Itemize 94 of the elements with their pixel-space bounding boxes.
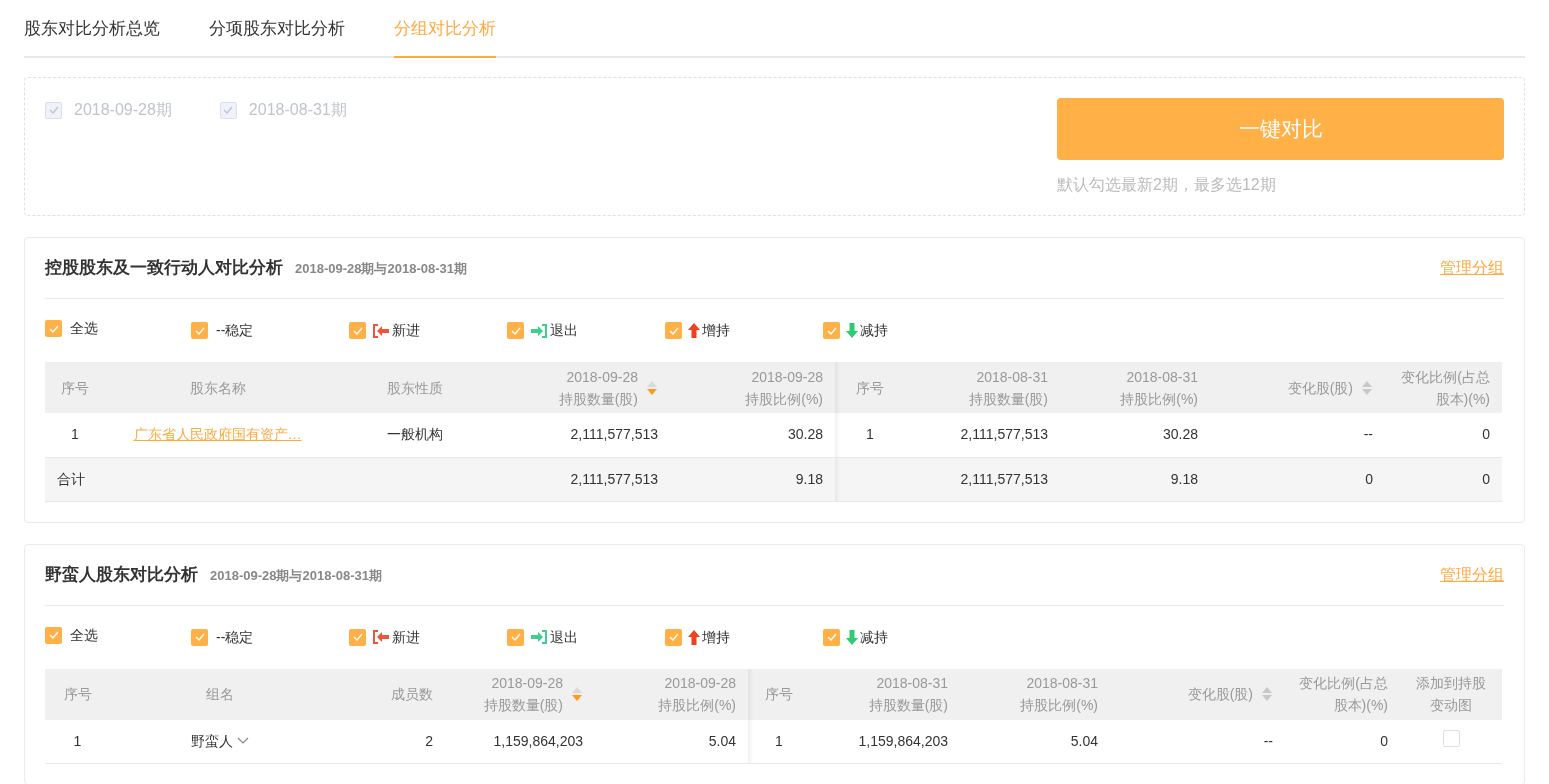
filter-checkbox[interactable]: 减持 bbox=[823, 320, 981, 341]
column-header: 2018-08-31 持股数量(股) bbox=[968, 367, 1048, 409]
table-cell: 0 bbox=[1380, 732, 1388, 749]
enter-arrow-icon bbox=[372, 322, 390, 339]
check-icon bbox=[668, 326, 679, 335]
filter-checkbox[interactable]: 减持 bbox=[823, 626, 981, 648]
table-cell: 1 bbox=[73, 732, 82, 749]
check-icon bbox=[510, 633, 521, 641]
table-cell: 1 bbox=[775, 732, 783, 749]
table-cell: 1,159,864,203 bbox=[493, 732, 583, 749]
filter-checkbox[interactable]: 增持 bbox=[665, 626, 823, 648]
section-title: 野蛮人股东对比分析 bbox=[45, 563, 198, 586]
table-cell: 30.28 bbox=[787, 426, 823, 443]
check-icon bbox=[826, 326, 837, 335]
column-header: 股东名称 bbox=[189, 378, 246, 398]
column-header: 2018-09-28 持股比例(%) bbox=[745, 367, 823, 409]
table-cell: 2,111,577,513 bbox=[960, 426, 1048, 443]
column-header: 组名 bbox=[206, 685, 234, 704]
column-header: 股东性质 bbox=[387, 378, 443, 398]
table-cell: 9.18 bbox=[1170, 470, 1198, 487]
sort-icon[interactable] bbox=[1361, 379, 1373, 396]
column-header: 成员数 bbox=[391, 685, 433, 704]
column-header: 变化股(股) bbox=[1187, 685, 1253, 704]
column-header: 变化比例(占总股本)(%) bbox=[1298, 674, 1388, 715]
check-icon bbox=[510, 326, 521, 335]
filter-checkbox[interactable]: 新进 bbox=[349, 320, 507, 341]
table-cell: 30.28 bbox=[1162, 426, 1198, 443]
column-header: 2018-09-28 持股比例(%) bbox=[658, 674, 736, 715]
chevron-down-icon bbox=[237, 737, 249, 746]
table-cell: 合计 bbox=[57, 470, 85, 487]
down-arrow-icon bbox=[846, 629, 858, 645]
check-icon bbox=[48, 106, 59, 114]
table-cell: 2,111,577,513 bbox=[570, 426, 658, 443]
column-header: 2018-09-28 持股数量(股) bbox=[558, 367, 638, 409]
table-cell: 0 bbox=[1482, 426, 1490, 443]
filter-checkbox[interactable]: 退出 bbox=[507, 626, 665, 648]
table-cell: 2,111,577,513 bbox=[570, 470, 658, 487]
filter-checkbox[interactable]: 增持 bbox=[665, 320, 823, 341]
check-icon bbox=[352, 326, 363, 335]
up-arrow-icon bbox=[688, 323, 700, 338]
sort-icon[interactable] bbox=[571, 686, 583, 702]
table-cell: -- bbox=[1263, 732, 1273, 749]
table-cell: 1 bbox=[866, 426, 874, 443]
check-icon bbox=[668, 633, 679, 641]
table-cell: 9.18 bbox=[795, 470, 823, 487]
column-header: 2018-08-31 持股比例(%) bbox=[1120, 367, 1198, 409]
table-cell: 5.04 bbox=[1070, 732, 1098, 749]
section-subtitle: 2018-09-28期与2018-08-31期 bbox=[295, 260, 467, 279]
row-checkbox[interactable] bbox=[1442, 729, 1460, 747]
tab[interactable]: 分项股东对比分析 bbox=[209, 0, 345, 58]
column-header: 序号 bbox=[61, 378, 89, 398]
check-icon bbox=[352, 633, 363, 641]
down-arrow-icon bbox=[846, 323, 858, 338]
table-cell: -- bbox=[1363, 426, 1373, 443]
tab[interactable]: 股东对比分析总览 bbox=[24, 0, 160, 58]
table-cell: 2 bbox=[425, 732, 433, 749]
section-title: 控股股东及一致行动人对比分析 bbox=[45, 257, 283, 280]
filter-checkbox[interactable]: 全选 bbox=[45, 318, 191, 339]
column-header: 变化比例(占总股本)(%) bbox=[1400, 367, 1490, 409]
table-cell: 5.04 bbox=[708, 732, 736, 749]
filter-checkbox[interactable]: 退出 bbox=[507, 320, 665, 341]
table-cell: 1,159,864,203 bbox=[858, 732, 948, 749]
table-cell: 1 bbox=[71, 426, 79, 443]
check-icon bbox=[48, 631, 59, 639]
check-icon bbox=[194, 633, 205, 641]
hint-text: 默认勾选最新2期，最多选12期 bbox=[1057, 175, 1277, 195]
up-arrow-icon bbox=[688, 629, 700, 645]
check-icon bbox=[826, 633, 837, 641]
exit-arrow-icon bbox=[530, 322, 548, 339]
section-subtitle: 2018-09-28期与2018-08-31期 bbox=[210, 566, 382, 585]
column-header: 序号 bbox=[856, 378, 884, 398]
column-header: 序号 bbox=[63, 685, 92, 704]
column-header: 变化股(股) bbox=[1287, 378, 1353, 398]
column-header: 序号 bbox=[765, 685, 793, 704]
table-cell: 0 bbox=[1482, 470, 1490, 487]
filter-checkbox[interactable]: --稳定 bbox=[191, 320, 349, 341]
check-icon bbox=[194, 326, 205, 335]
enter-arrow-icon bbox=[372, 629, 390, 645]
filter-checkbox[interactable]: 新进 bbox=[349, 626, 507, 648]
filter-checkbox[interactable]: --稳定 bbox=[191, 626, 349, 648]
column-header: 2018-08-31 持股数量(股) bbox=[868, 674, 948, 715]
table-cell: 一般机构 bbox=[387, 426, 443, 443]
group-dropdown[interactable]: 野蛮人 bbox=[191, 730, 249, 752]
column-header: 2018-09-28 持股数量(股) bbox=[483, 674, 563, 715]
check-icon bbox=[48, 324, 59, 333]
exit-arrow-icon bbox=[530, 629, 548, 645]
table-cell: 0 bbox=[1365, 470, 1373, 487]
check-icon bbox=[223, 106, 234, 114]
table-cell: 2,111,577,513 bbox=[960, 470, 1048, 487]
sort-icon[interactable] bbox=[646, 379, 658, 396]
sort-icon[interactable] bbox=[1261, 686, 1273, 702]
filter-checkbox[interactable]: 全选 bbox=[45, 624, 191, 646]
column-header: 2018-08-31 持股比例(%) bbox=[1020, 674, 1098, 715]
column-header: 添加到持股变动图 bbox=[1415, 674, 1487, 715]
